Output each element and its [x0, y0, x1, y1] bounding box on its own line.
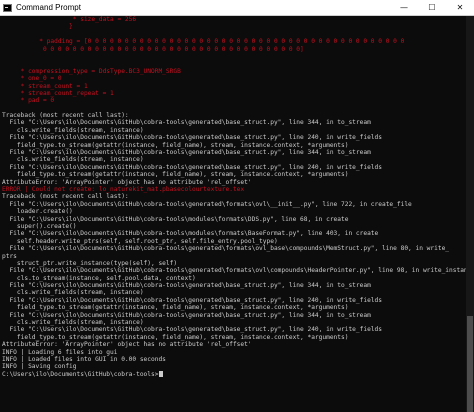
- console-line: loader.create(): [2, 208, 73, 216]
- console-line: File "C:\Users\ilo\Documents\GitHub\cobr…: [2, 326, 382, 334]
- console-line: File "C:\Users\ilo\Documents\GitHub\cobr…: [2, 311, 371, 319]
- console-line: INFO | Saving config: [2, 363, 77, 371]
- console-line: ERROR | Could not create: lo_naturekit_m…: [2, 185, 245, 193]
- console-line: field_type.to_stream(getattr(instance, f…: [2, 171, 349, 179]
- console-line: cls.to_stream(instance, self.pool.data, …: [2, 274, 196, 282]
- maximize-button[interactable]: ☐: [418, 0, 446, 15]
- console-line: }: [2, 23, 73, 31]
- console-line: * stream_count_repeat = 1: [2, 89, 114, 97]
- console-line: Traceback (most recent call last):: [2, 112, 129, 120]
- command-prompt-window: Command Prompt — ☐ ✕ * size_data = 256 }…: [0, 0, 474, 412]
- console-line: INFO | Loading 6 files into gui: [2, 348, 118, 356]
- console-line: ptrs: [2, 252, 17, 260]
- console-line: File "C:\Users\ilo\Documents\GitHub\cobr…: [2, 282, 371, 290]
- console-output[interactable]: * size_data = 256 } * padding = [0 0 0 0…: [0, 16, 466, 412]
- vertical-scrollbar[interactable]: [466, 16, 474, 412]
- console-line: Traceback (most recent call last):: [2, 193, 129, 201]
- console-line: File "C:\Users\ilo\Documents\GitHub\cobr…: [2, 134, 382, 142]
- console-line: File "C:\Users\ilo\Documents\GitHub\cobr…: [2, 296, 382, 304]
- console-line: * size_data = 256: [2, 16, 137, 23]
- console-line: File "C:\Users\ilo\Documents\GitHub\cobr…: [2, 163, 382, 171]
- console-line: AttributeError: 'ArrayPointer' object ha…: [2, 178, 252, 186]
- console-line: File "C:\Users\ilo\Documents\GitHub\cobr…: [2, 200, 412, 208]
- title-bar[interactable]: Command Prompt — ☐ ✕: [0, 0, 474, 16]
- console-line: field_type.to_stream(getattr(instance, f…: [2, 333, 349, 341]
- console-line: File "C:\Users\ilo\Documents\GitHub\cobr…: [2, 119, 371, 127]
- console-line: struct_ptr.write_instance(type(self), se…: [2, 259, 178, 267]
- minimize-button[interactable]: —: [390, 0, 418, 15]
- console-line: INFO | Loaded files into GUI in 0.00 sec…: [2, 355, 166, 363]
- console-line: cls.write_fields(stream, instance): [2, 289, 144, 297]
- console-line: * stream_count = 1: [2, 82, 88, 90]
- console-line: cls.write_fields(stream, instance): [2, 319, 144, 327]
- console-line: File "C:\Users\ilo\Documents\GitHub\cobr…: [2, 245, 450, 253]
- console-line: File "C:\Users\ilo\Documents\GitHub\cobr…: [2, 149, 371, 157]
- console-line: * one_0 = 0: [2, 75, 62, 83]
- close-button[interactable]: ✕: [446, 0, 474, 15]
- console-line: field_type.to_stream(getattr(instance, f…: [2, 304, 349, 312]
- terminal-icon: [3, 3, 12, 12]
- console-line: field_type.to_stream(getattr(instance, f…: [2, 141, 349, 149]
- scrollbar-thumb[interactable]: [467, 316, 473, 412]
- console-line: AttributeError: 'ArrayPointer' object ha…: [2, 341, 252, 349]
- window-title: Command Prompt: [16, 3, 81, 12]
- console-line: File "C:\Users\ilo\Documents\GitHub\cobr…: [2, 267, 466, 275]
- console-line: super().create(): [2, 222, 77, 230]
- console-line: * padding = [0 0 0 0 0 0 0 0 0 0 0 0 0 0…: [2, 38, 405, 46]
- console-line: * compression_type = DdsType.BC3_UNORM_S…: [2, 67, 181, 75]
- console-line: self.header.write_ptrs(self, self.root_p…: [2, 237, 278, 245]
- console-line: File "C:\Users\ilo\Documents\GitHub\cobr…: [2, 215, 349, 223]
- prompt-text: C:\Users\ilo\Documents\GitHub\cobra-tool…: [2, 370, 159, 378]
- console-line: cls.write_fields(stream, instance): [2, 156, 144, 164]
- command-prompt-line[interactable]: C:\Users\ilo\Documents\GitHub\cobra-tool…: [0, 370, 466, 378]
- text-cursor: [159, 370, 164, 377]
- console-line: File "C:\Users\ilo\Documents\GitHub\cobr…: [2, 230, 379, 238]
- console-line: cls.write_fields(stream, instance): [2, 126, 144, 134]
- console-line: * pad = 0: [2, 97, 55, 105]
- console-line: 0 0 0 0 0 0 0 0 0 0 0 0 0 0 0 0 0 0 0 0 …: [2, 45, 304, 53]
